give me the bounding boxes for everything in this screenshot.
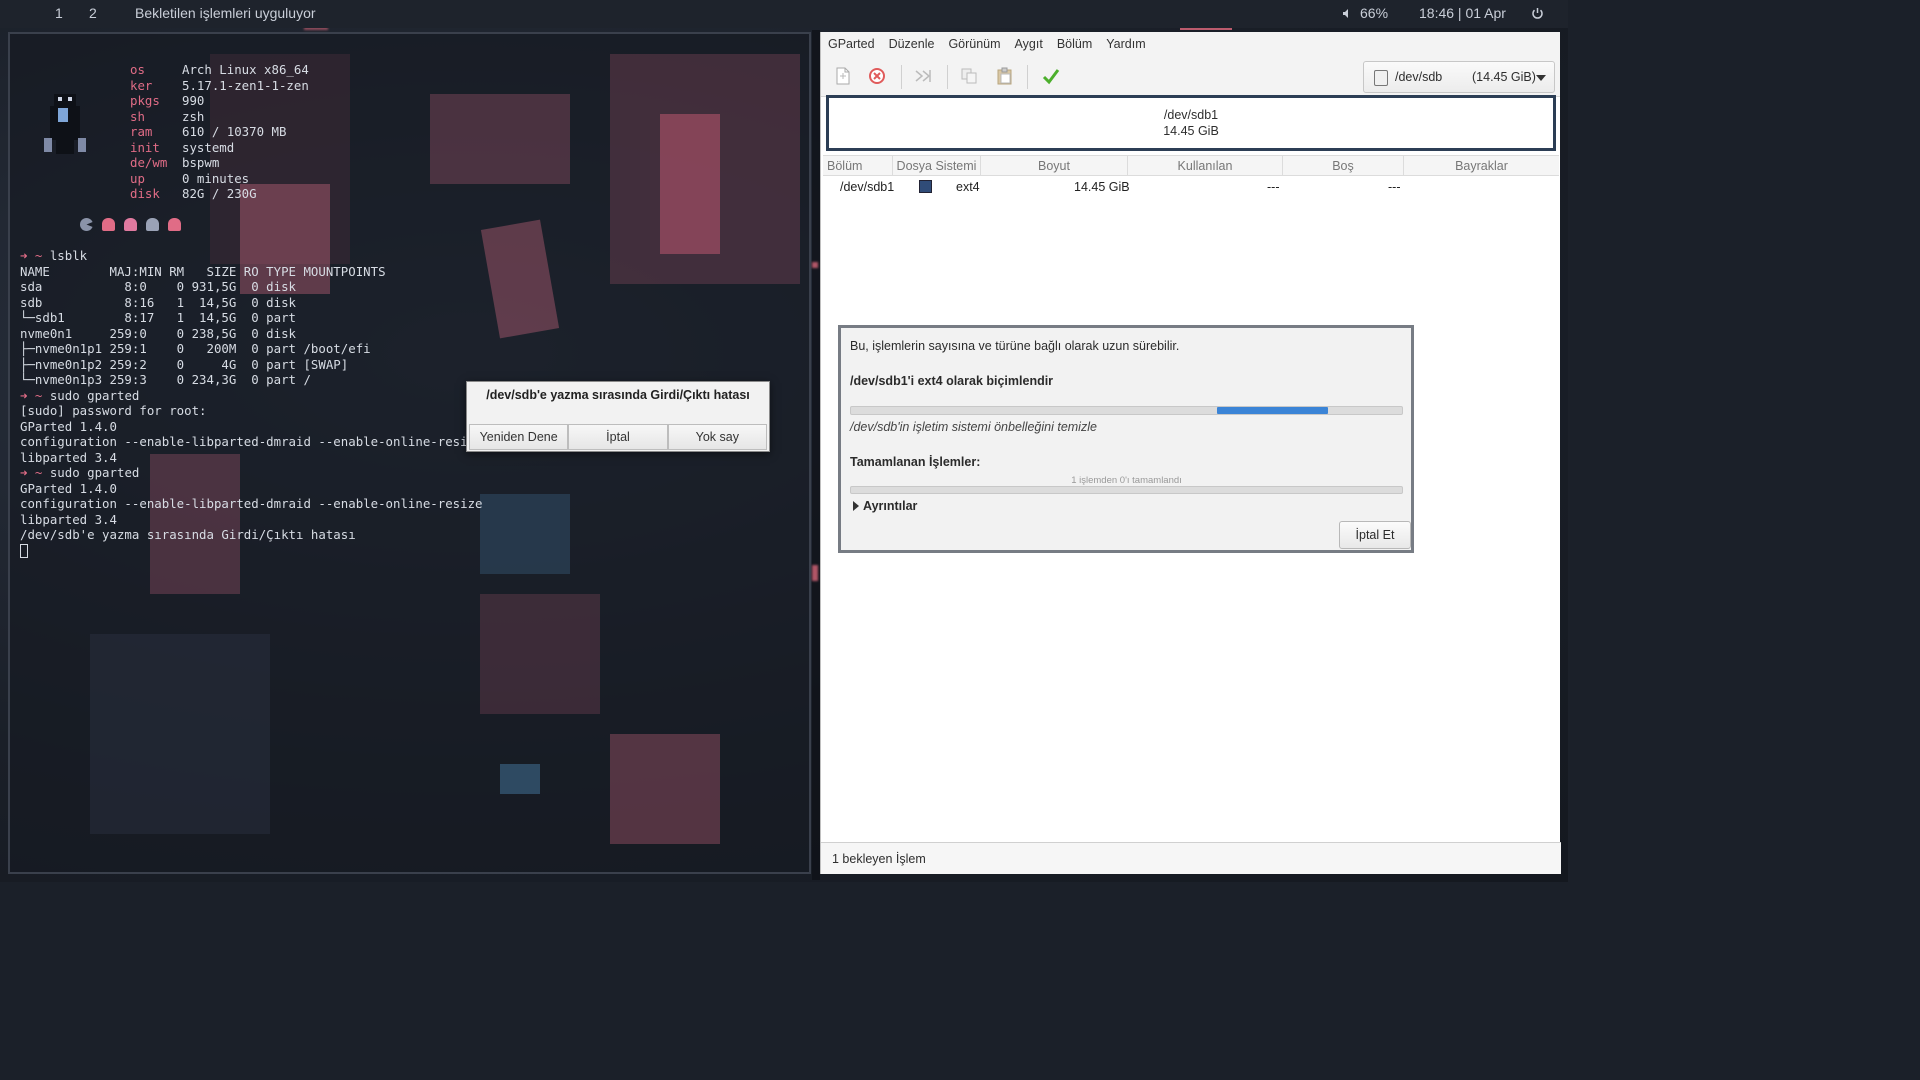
terminal-output-line: GParted 1.4.0 — [20, 480, 117, 496]
error-dialog-buttons: Yeniden Dene İptal Yok say — [469, 424, 767, 450]
table-row[interactable]: /dev/sdb1 ext4 14.45 GiB --- --- — [823, 178, 1559, 196]
terminal-output-line: libparted 3.4 — [20, 511, 117, 527]
terminal-command-line: ➜ ~ lsblk — [20, 248, 88, 263]
overall-progress-bar — [850, 486, 1403, 494]
toolbar: /dev/sdb (14.45 GiB) — [821, 57, 1560, 97]
row-partition: /dev/sdb1 — [840, 180, 895, 194]
system-info: os Arch Linux x86_64 ker 5.17.1-zen1-1-zen… — [130, 62, 309, 201]
apply-progress-dialog: Bu, işlemlerin sayısına ve türüne bağlı … — [838, 325, 1414, 553]
volume-icon[interactable] — [1342, 5, 1353, 21]
terminal-output-line: configuration --enable-libparted-dmraid … — [20, 434, 476, 449]
retry-button[interactable]: Yeniden Dene — [469, 424, 569, 450]
terminal-output-line: GParted 1.4.0 — [20, 418, 117, 434]
terminal-command-line: ➜ ~ sudo gparted — [20, 387, 140, 403]
menu-bar: GParted Düzenle Görünüm Aygıt Bölüm Yard… — [821, 32, 1560, 57]
apply-checkmark-icon[interactable] — [1041, 66, 1061, 86]
terminal-output-line: NAME MAJ:MIN RM SIZE RO TYPE MOUNTPOINTS — [20, 263, 386, 279]
terminal-window[interactable]: os Arch Linux x86_64 ker 5.17.1-zen1-1-zen… — [8, 32, 811, 874]
terminal-cursor — [20, 544, 28, 558]
column-flags[interactable]: Bayraklar — [1404, 156, 1559, 175]
avatar-art — [44, 94, 86, 154]
column-size[interactable]: Boyut — [981, 156, 1128, 175]
new-partition-icon[interactable] — [833, 66, 853, 86]
disk-icon — [1374, 70, 1388, 86]
expander-arrow-icon — [853, 501, 859, 511]
column-used[interactable]: Kullanılan — [1128, 156, 1283, 175]
partition-table-header: Bölüm Dosya Sistemi Boyut Kullanılan Boş… — [823, 155, 1559, 176]
terminal-output-line: libparted 3.4 — [20, 449, 117, 465]
volume-level: 66% — [1360, 5, 1389, 21]
terminal-output-line: configuration --enable-libparted-dmraid … — [20, 496, 483, 511]
terminal-output-line: [sudo] password for root: — [20, 403, 207, 418]
pending-operations: 1 bekleyen İşlem — [832, 852, 926, 866]
cancel-button[interactable]: İptal Et — [1339, 521, 1411, 549]
progress-fill — [1217, 407, 1328, 414]
row-free: --- — [1388, 180, 1401, 194]
terminal-output-line: nvme0n1 259:0 0 238,5G 0 disk — [20, 325, 297, 341]
ghost-icon — [146, 218, 159, 231]
terminal-output-line: ├─nvme0n1p1 259:1 0 200M 0 part /boot/ef… — [20, 341, 371, 356]
io-error-dialog: /dev/sdb'e yazma sırasında Girdi/Çıktı h… — [466, 381, 770, 452]
details-expander[interactable]: Ayrıntılar — [853, 499, 917, 513]
chevron-down-icon — [1536, 75, 1546, 81]
terminal-output: ➜ ~ lsblk NAME MAJ:MIN RM SIZE RO TYPE MO… — [20, 248, 483, 558]
row-filesystem: ext4 — [956, 180, 980, 194]
filesystem-color-swatch — [919, 180, 932, 193]
completed-count: 1 işlemden 0'ı tamamlandı — [1071, 475, 1182, 486]
operation-progress-bar — [850, 406, 1403, 415]
color-palette — [80, 218, 181, 231]
terminal-output-line: └─sdb1 8:17 1 14,5G 0 part — [20, 310, 297, 325]
terminal-output-line: sda 8:0 0 931,5G 0 disk — [20, 279, 297, 294]
terminal-command-line: ➜ ~ sudo gparted — [20, 465, 140, 480]
column-partition[interactable]: Bölüm — [823, 156, 893, 175]
prompt-arrow-icon: ➜ ~ — [20, 465, 50, 480]
workspace-2[interactable]: 2 — [89, 5, 97, 21]
current-operation: /dev/sdb1'i ext4 olarak biçimlendir — [850, 374, 1054, 388]
menu-device[interactable]: Aygıt — [1014, 32, 1050, 57]
menu-partition[interactable]: Bölüm — [1056, 32, 1099, 57]
ghost-icon — [102, 218, 115, 231]
column-filesystem[interactable]: Dosya Sistemi — [893, 156, 981, 175]
prompt-arrow-icon: ➜ ~ — [20, 387, 50, 403]
partition-map-name: /dev/sdb1 — [1163, 108, 1219, 122]
menu-view[interactable]: Görünüm — [947, 32, 1007, 57]
partition-map-size: 14.45 GiB — [1163, 124, 1219, 138]
pacman-icon — [80, 218, 93, 231]
copy-icon[interactable] — [959, 66, 979, 86]
column-free[interactable]: Boş — [1283, 156, 1404, 175]
terminal-output-line: /dev/sdb'e yazma sırasında Girdi/Çıktı h… — [20, 527, 356, 542]
menu-edit[interactable]: Düzenle — [888, 32, 942, 57]
top-panel: 1 2 Bekletilen işlemleri uyguluyor 66% 1… — [0, 0, 1568, 28]
ghost-icon — [168, 218, 181, 231]
clock: 18:46 | 01 Apr — [1419, 5, 1506, 21]
ghost-icon — [124, 218, 137, 231]
status-bar: 1 bekleyen İşlem — [821, 842, 1561, 874]
power-icon[interactable] — [1531, 5, 1544, 21]
delete-partition-icon[interactable] — [867, 66, 887, 86]
active-window-title: Bekletilen işlemleri uyguluyor — [135, 5, 316, 21]
error-message: /dev/sdb'e yazma sırasında Girdi/Çıktı h… — [486, 388, 750, 402]
terminal-output-line: └─nvme0n1p3 259:3 0 234,3G 0 part / — [20, 372, 311, 387]
cancel-button[interactable]: İptal — [568, 424, 668, 450]
details-label: Ayrıntılar — [863, 499, 918, 513]
row-used: --- — [1267, 180, 1280, 194]
terminal-output-line: ├─nvme0n1p2 259:2 0 4G 0 part [SWAP] — [20, 356, 349, 372]
prompt-arrow-icon: ➜ ~ — [20, 248, 50, 263]
resize-move-icon[interactable] — [913, 66, 933, 86]
partition-map[interactable]: /dev/sdb1 14.45 GiB — [826, 95, 1556, 151]
menu-gparted[interactable]: GParted — [827, 32, 882, 57]
menu-help[interactable]: Yardım — [1105, 32, 1152, 57]
device-selector[interactable]: /dev/sdb (14.45 GiB) — [1363, 61, 1555, 93]
device-size: (14.45 GiB) — [1472, 70, 1536, 84]
sub-status: /dev/sdb'in işletim sistemi önbelleğini … — [850, 420, 1097, 434]
completed-label: Tamamlanan İşlemler: — [850, 455, 981, 469]
ignore-button[interactable]: Yok say — [667, 424, 767, 450]
paste-icon[interactable] — [995, 66, 1015, 86]
device-name: /dev/sdb — [1395, 70, 1443, 84]
info-text: Bu, işlemlerin sayısına ve türüne bağlı … — [850, 339, 1180, 353]
row-size: 14.45 GiB — [1074, 180, 1130, 194]
terminal-output-line: sdb 8:16 1 14,5G 0 disk — [20, 294, 297, 310]
workspace-1[interactable]: 1 — [55, 5, 63, 21]
